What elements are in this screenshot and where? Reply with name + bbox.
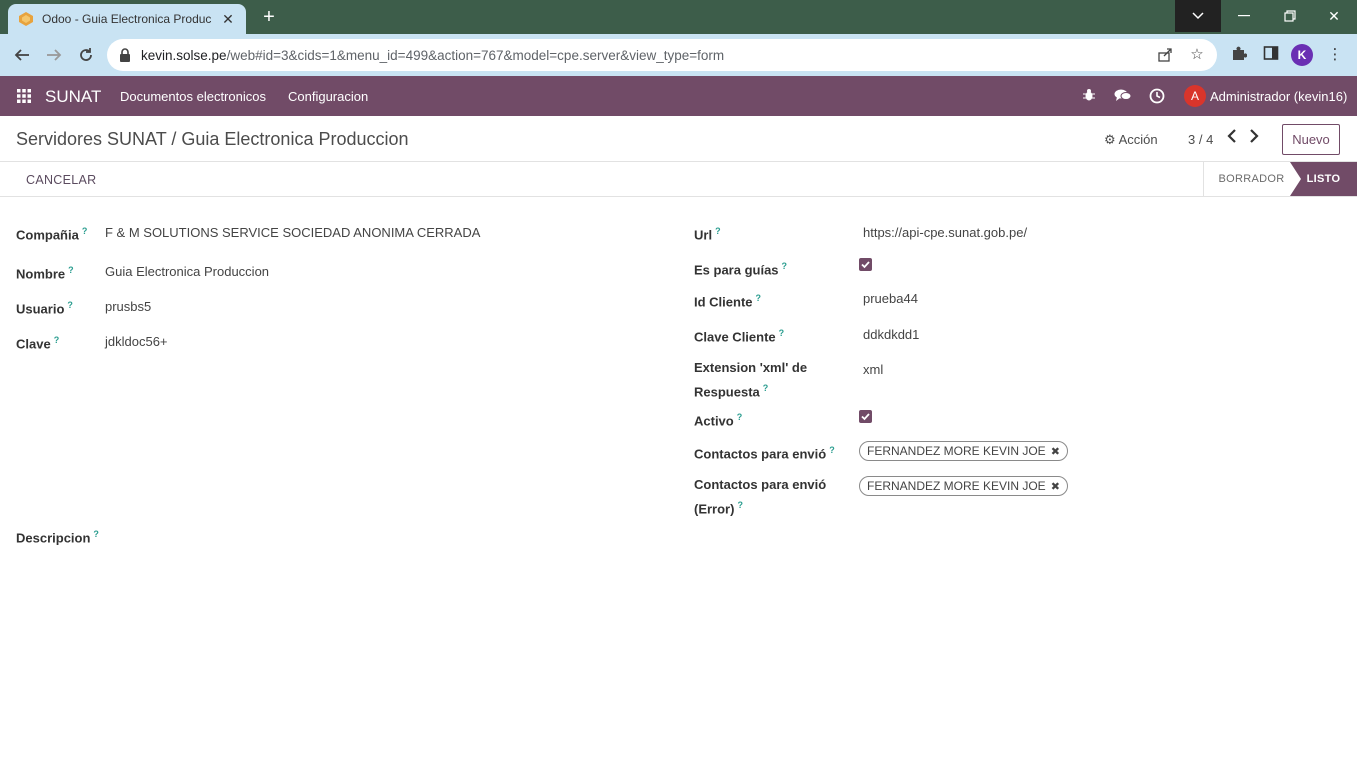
field-url[interactable]: https://api-cpe.sunat.gob.pe/ bbox=[863, 223, 1027, 243]
menu-documentos-electronicos[interactable]: Documentos electronicos bbox=[120, 89, 266, 104]
control-panel: Servidores SUNAT / Guia Electronica Prod… bbox=[0, 116, 1357, 162]
help-icon[interactable]: ? bbox=[756, 293, 762, 303]
help-icon[interactable]: ? bbox=[737, 412, 743, 422]
help-icon[interactable]: ? bbox=[68, 265, 74, 275]
gear-icon: ⚙ bbox=[1104, 132, 1116, 147]
extensions-puzzle-icon[interactable] bbox=[1229, 45, 1249, 65]
pager-next-chevron-icon[interactable] bbox=[1249, 129, 1259, 148]
label-usuario: Usuario? bbox=[16, 300, 73, 317]
url-path: /web#id=3&cids=1&menu_id=499&action=767&… bbox=[226, 47, 725, 63]
help-icon[interactable]: ? bbox=[763, 383, 769, 393]
field-compania[interactable]: F & M SOLUTIONS SERVICE SOCIEDAD ANONIMA… bbox=[105, 223, 480, 243]
tag-contacto-envio-error[interactable]: FERNANDEZ MORE KEVIN JOE ✖ bbox=[859, 476, 1068, 496]
odoo-favicon-icon bbox=[19, 12, 33, 26]
tag-remove-icon[interactable]: ✖ bbox=[1051, 481, 1060, 493]
label-descripcion: Descripcion? bbox=[16, 529, 99, 546]
label-id-cliente: Id Cliente? bbox=[694, 293, 762, 310]
help-icon[interactable]: ? bbox=[829, 445, 835, 455]
share-icon[interactable] bbox=[1157, 47, 1173, 63]
user-avatar[interactable]: A bbox=[1184, 85, 1206, 107]
url-text: kevin.solse.pe/web#id=3&cids=1&menu_id=4… bbox=[141, 48, 724, 63]
browser-menu-kebab-icon[interactable]: ⋮ bbox=[1325, 45, 1345, 65]
field-usuario[interactable]: prusbs5 bbox=[105, 297, 151, 317]
form-statusbar: CANCELAR BORRADOR LISTO bbox=[0, 162, 1357, 197]
restore-icon[interactable] bbox=[1267, 0, 1313, 32]
tab-title: Odoo - Guia Electronica Produc bbox=[42, 12, 212, 26]
stage-borrador[interactable]: BORRADOR bbox=[1203, 162, 1299, 196]
debug-bug-icon[interactable] bbox=[1081, 88, 1097, 104]
checkbox-activo[interactable] bbox=[859, 410, 872, 423]
user-menu[interactable]: Administrador (kevin16) bbox=[1210, 89, 1347, 104]
browser-titlebar: Odoo - Guia Electronica Produc ✕ + ✕ bbox=[0, 0, 1357, 34]
new-record-button[interactable]: Nuevo bbox=[1282, 124, 1340, 155]
tab-search-chevron-icon[interactable] bbox=[1175, 0, 1221, 32]
close-window-icon[interactable]: ✕ bbox=[1311, 0, 1357, 32]
profile-avatar[interactable]: K bbox=[1291, 44, 1313, 66]
bookmark-star-icon[interactable]: ☆ bbox=[1189, 47, 1205, 63]
label-nombre: Nombre? bbox=[16, 265, 74, 282]
help-icon[interactable]: ? bbox=[54, 335, 60, 345]
pager-value[interactable]: 3 / 4 bbox=[1188, 132, 1213, 147]
breadcrumb[interactable]: Servidores SUNAT / Guia Electronica Prod… bbox=[16, 129, 409, 150]
label-es-para-guias: Es para guías? bbox=[694, 261, 788, 278]
stage-listo[interactable]: LISTO bbox=[1290, 162, 1357, 196]
reload-icon[interactable] bbox=[75, 44, 97, 66]
apps-grid-icon[interactable] bbox=[17, 89, 31, 103]
action-menu-button[interactable]: ⚙ Acción bbox=[1104, 132, 1158, 148]
address-bar[interactable]: kevin.solse.pe/web#id=3&cids=1&menu_id=4… bbox=[107, 39, 1217, 71]
tag-remove-icon[interactable]: ✖ bbox=[1051, 446, 1060, 458]
browser-tab[interactable]: Odoo - Guia Electronica Produc ✕ bbox=[8, 4, 246, 34]
browser-toolbar: kevin.solse.pe/web#id=3&cids=1&menu_id=4… bbox=[0, 34, 1357, 76]
pager-previous-chevron-icon[interactable] bbox=[1227, 129, 1237, 148]
help-icon[interactable]: ? bbox=[779, 328, 785, 338]
tag-contacto-envio[interactable]: FERNANDEZ MORE KEVIN JOE ✖ bbox=[859, 441, 1068, 461]
field-id-cliente[interactable]: prueba44 bbox=[863, 289, 918, 309]
label-contactos-envio: Contactos para envió? bbox=[694, 445, 835, 462]
side-panel-icon[interactable] bbox=[1261, 45, 1281, 65]
lock-icon bbox=[120, 48, 130, 62]
tab-close-icon[interactable]: ✕ bbox=[220, 11, 236, 28]
menu-configuracion[interactable]: Configuracion bbox=[288, 89, 368, 104]
odoo-navbar: SUNAT Documentos electronicos Configurac… bbox=[0, 76, 1357, 116]
help-icon[interactable]: ? bbox=[82, 226, 88, 236]
app-brand[interactable]: SUNAT bbox=[45, 87, 101, 107]
help-icon[interactable]: ? bbox=[93, 529, 99, 539]
label-extension-xml: Extension 'xml' de Respuesta? bbox=[694, 360, 808, 400]
help-icon[interactable]: ? bbox=[67, 300, 73, 310]
label-contactos-envio-error: Contactos para envió (Error)? bbox=[694, 477, 827, 517]
back-arrow-icon[interactable] bbox=[11, 44, 33, 66]
new-tab-icon[interactable]: + bbox=[258, 6, 280, 28]
field-extension-xml[interactable]: xml bbox=[863, 360, 883, 380]
checkbox-es-para-guias[interactable] bbox=[859, 258, 872, 271]
discuss-chat-icon[interactable] bbox=[1114, 88, 1132, 104]
label-url: Url? bbox=[694, 226, 721, 243]
label-clave: Clave? bbox=[16, 335, 60, 352]
field-clave[interactable]: jdkldoc56+ bbox=[105, 332, 168, 352]
field-clave-cliente[interactable]: ddkdkdd1 bbox=[863, 325, 919, 345]
label-clave-cliente: Clave Cliente? bbox=[694, 328, 785, 345]
label-activo: Activo? bbox=[694, 412, 743, 429]
label-compania: Compañia? bbox=[16, 226, 88, 243]
help-icon[interactable]: ? bbox=[782, 261, 788, 271]
field-nombre[interactable]: Guia Electronica Produccion bbox=[105, 262, 269, 282]
url-host: kevin.solse.pe bbox=[141, 47, 227, 63]
cancel-button[interactable]: CANCELAR bbox=[26, 173, 96, 187]
help-icon[interactable]: ? bbox=[737, 500, 743, 510]
forward-arrow-icon[interactable] bbox=[43, 44, 65, 66]
minimize-icon[interactable] bbox=[1221, 0, 1267, 32]
action-label: Acción bbox=[1118, 132, 1158, 147]
help-icon[interactable]: ? bbox=[715, 226, 721, 236]
activity-clock-icon[interactable] bbox=[1149, 88, 1165, 104]
